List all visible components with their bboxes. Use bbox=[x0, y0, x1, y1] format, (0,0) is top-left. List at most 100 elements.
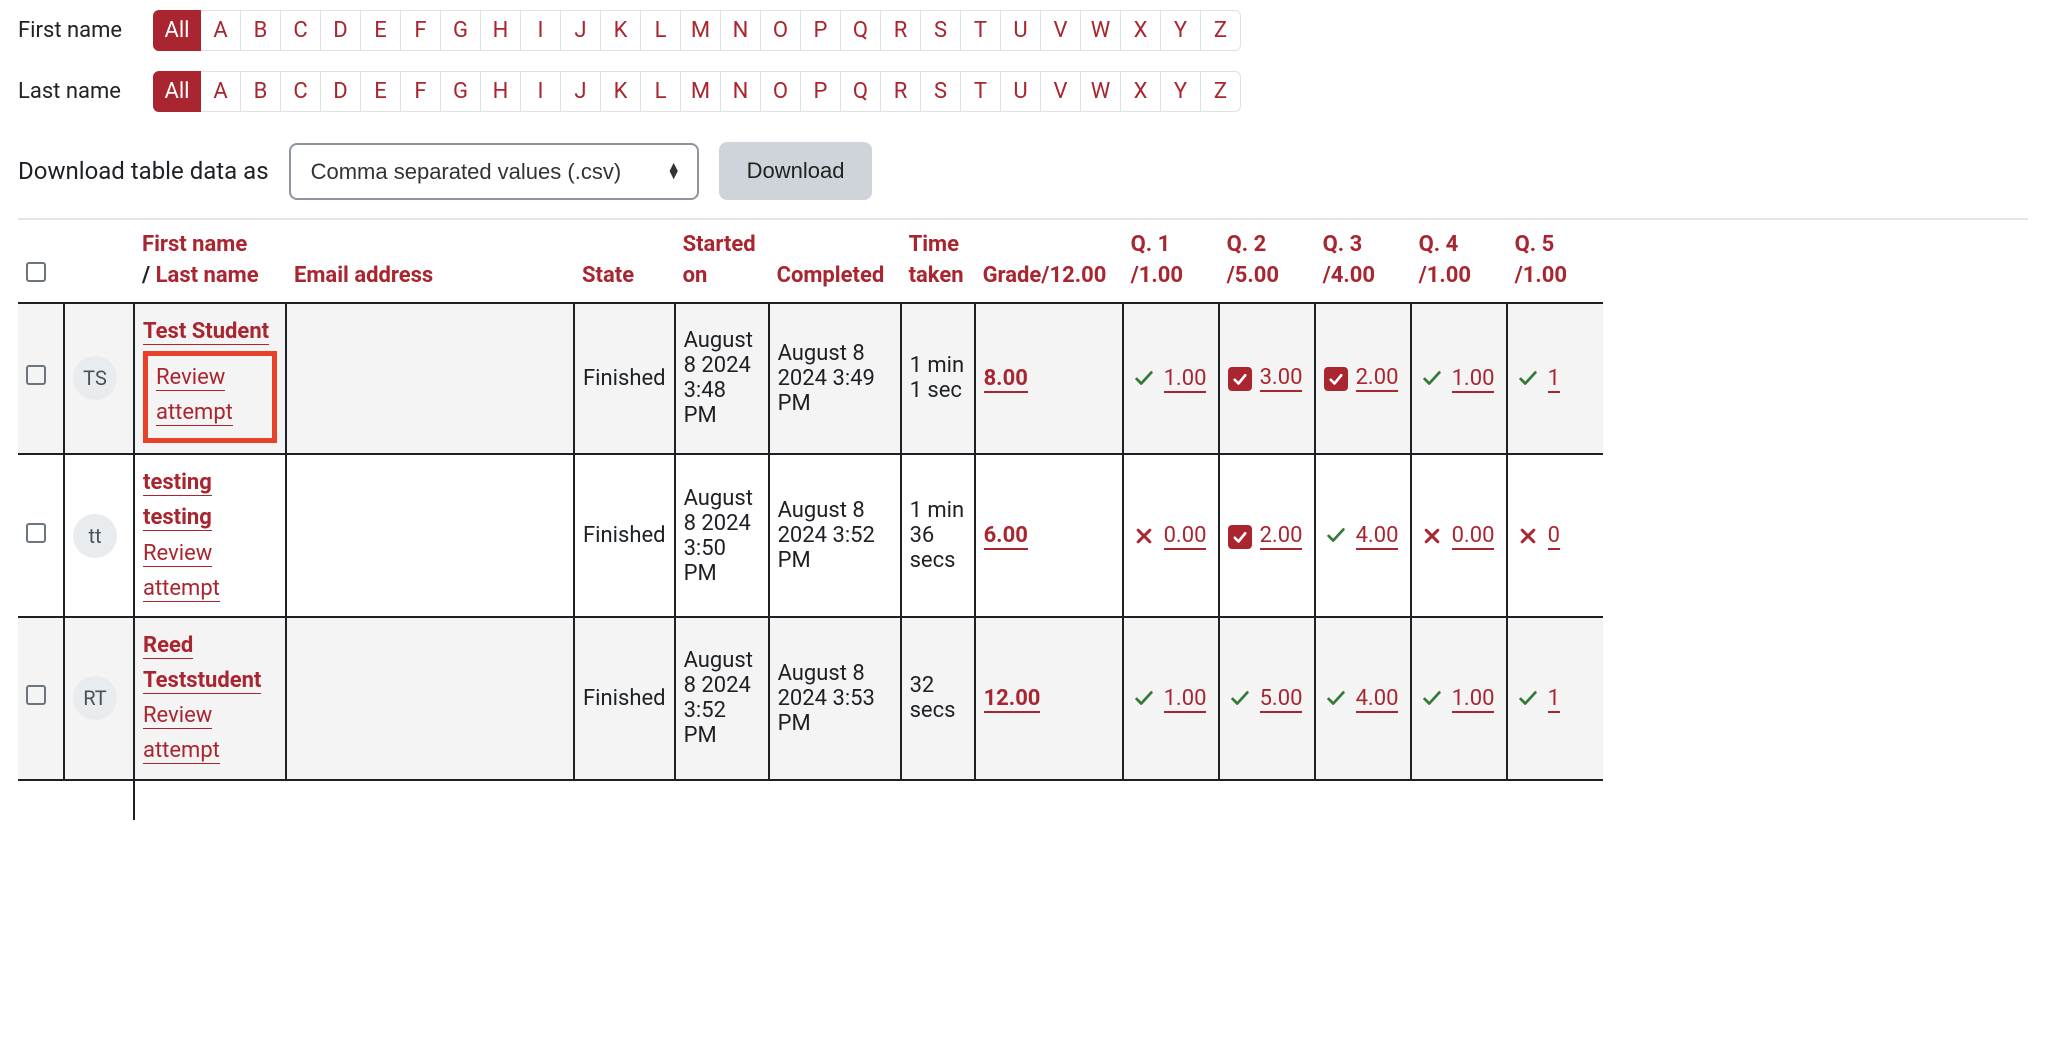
filter-letter-j[interactable]: J bbox=[561, 71, 601, 112]
first-name-label: First name bbox=[18, 18, 153, 43]
sort-completed[interactable]: Completed bbox=[777, 263, 885, 288]
filter-letter-q[interactable]: Q bbox=[841, 10, 881, 51]
sort-time-taken[interactable]: Time taken bbox=[909, 232, 964, 288]
review-attempt-link[interactable]: Review attempt bbox=[143, 541, 220, 602]
student-name-link[interactable]: Test Student bbox=[143, 319, 269, 345]
filter-letter-s[interactable]: S bbox=[921, 71, 961, 112]
filter-letter-r[interactable]: R bbox=[881, 71, 921, 112]
filter-letter-z[interactable]: Z bbox=[1201, 10, 1241, 51]
sort-state[interactable]: State bbox=[582, 263, 634, 288]
started-cell: August 8 2024 3:52 PM bbox=[675, 617, 769, 780]
filter-letter-x[interactable]: X bbox=[1121, 71, 1161, 112]
question-score-link[interactable]: 4.00 bbox=[1356, 686, 1399, 713]
sort-q5[interactable]: Q. 5 /1.00 bbox=[1515, 232, 1567, 288]
filter-letter-o[interactable]: O bbox=[761, 71, 801, 112]
grade-link[interactable]: 12.00 bbox=[984, 686, 1041, 713]
sort-q2[interactable]: Q. 2 /5.00 bbox=[1227, 232, 1279, 288]
filter-letter-m[interactable]: M bbox=[681, 10, 721, 51]
download-button[interactable]: Download bbox=[719, 142, 873, 200]
question-score-link[interactable]: 1.00 bbox=[1452, 366, 1495, 393]
question-score-link[interactable]: 1 bbox=[1548, 366, 1560, 393]
row-checkbox[interactable] bbox=[26, 685, 46, 705]
filter-letter-o[interactable]: O bbox=[761, 10, 801, 51]
filter-letter-r[interactable]: R bbox=[881, 10, 921, 51]
filter-letter-all[interactable]: All bbox=[153, 10, 201, 51]
question-score-link[interactable]: 1.00 bbox=[1452, 686, 1495, 713]
filter-letter-l[interactable]: L bbox=[641, 71, 681, 112]
filter-letter-a[interactable]: A bbox=[201, 71, 241, 112]
filter-letter-c[interactable]: C bbox=[281, 71, 321, 112]
question-score-link[interactable]: 0.00 bbox=[1452, 523, 1495, 550]
filter-letter-f[interactable]: F bbox=[401, 10, 441, 51]
select-all-checkbox[interactable] bbox=[26, 262, 46, 282]
sort-q4[interactable]: Q. 4 /1.00 bbox=[1419, 232, 1471, 288]
filter-letter-y[interactable]: Y bbox=[1161, 10, 1201, 51]
filter-letter-m[interactable]: M bbox=[681, 71, 721, 112]
review-attempt-link[interactable]: Review attempt bbox=[143, 703, 220, 764]
grade-link[interactable]: 6.00 bbox=[984, 523, 1028, 550]
filter-letter-w[interactable]: W bbox=[1081, 71, 1121, 112]
download-format-select[interactable]: Comma separated values (.csv) bbox=[289, 143, 699, 200]
filter-letter-n[interactable]: N bbox=[721, 10, 761, 51]
filter-letter-v[interactable]: V bbox=[1041, 71, 1081, 112]
question-score-link[interactable]: 4.00 bbox=[1356, 523, 1399, 550]
filter-letter-t[interactable]: T bbox=[961, 10, 1001, 51]
filter-letter-v[interactable]: V bbox=[1041, 10, 1081, 51]
filter-letter-d[interactable]: D bbox=[321, 71, 361, 112]
filter-letter-e[interactable]: E bbox=[361, 71, 401, 112]
filter-letter-l[interactable]: L bbox=[641, 10, 681, 51]
filter-letter-g[interactable]: G bbox=[441, 71, 481, 112]
student-name-link[interactable]: testing testing bbox=[143, 470, 212, 531]
row-checkbox[interactable] bbox=[26, 365, 46, 385]
filter-letter-w[interactable]: W bbox=[1081, 10, 1121, 51]
filter-letter-c[interactable]: C bbox=[281, 10, 321, 51]
sort-first-name[interactable]: First name bbox=[142, 232, 247, 257]
question-score-link[interactable]: 1 bbox=[1548, 686, 1560, 713]
filter-letter-p[interactable]: P bbox=[801, 10, 841, 51]
filter-letter-e[interactable]: E bbox=[361, 10, 401, 51]
table-row: tttesting testingReview attemptFinishedA… bbox=[18, 454, 1603, 617]
filter-letter-j[interactable]: J bbox=[561, 10, 601, 51]
filter-letter-g[interactable]: G bbox=[441, 10, 481, 51]
filter-letter-b[interactable]: B bbox=[241, 71, 281, 112]
filter-letter-a[interactable]: A bbox=[201, 10, 241, 51]
filter-letter-p[interactable]: P bbox=[801, 71, 841, 112]
filter-letter-z[interactable]: Z bbox=[1201, 71, 1241, 112]
question-score-link[interactable]: 1.00 bbox=[1164, 366, 1207, 393]
question-score-link[interactable]: 2.00 bbox=[1356, 365, 1399, 392]
sort-email[interactable]: Email address bbox=[294, 263, 433, 288]
filter-letter-k[interactable]: K bbox=[601, 10, 641, 51]
filter-letter-h[interactable]: H bbox=[481, 10, 521, 51]
sort-grade[interactable]: Grade/12.00 bbox=[983, 263, 1107, 288]
grade-link[interactable]: 8.00 bbox=[984, 366, 1028, 393]
filter-letter-x[interactable]: X bbox=[1121, 10, 1161, 51]
filter-letter-n[interactable]: N bbox=[721, 71, 761, 112]
sort-q3[interactable]: Q. 3 /4.00 bbox=[1323, 232, 1375, 288]
filter-letter-i[interactable]: I bbox=[521, 71, 561, 112]
sort-started[interactable]: Started on bbox=[683, 232, 756, 288]
sort-last-name[interactable]: Last name bbox=[156, 263, 259, 288]
question-score-link[interactable]: 0.00 bbox=[1164, 523, 1207, 550]
student-name-link[interactable]: Reed Teststudent bbox=[143, 633, 261, 694]
filter-letter-i[interactable]: I bbox=[521, 10, 561, 51]
filter-letter-q[interactable]: Q bbox=[841, 71, 881, 112]
filter-letter-k[interactable]: K bbox=[601, 71, 641, 112]
filter-letter-s[interactable]: S bbox=[921, 10, 961, 51]
filter-letter-y[interactable]: Y bbox=[1161, 71, 1201, 112]
filter-letter-b[interactable]: B bbox=[241, 10, 281, 51]
filter-letter-u[interactable]: U bbox=[1001, 71, 1041, 112]
question-score-link[interactable]: 3.00 bbox=[1260, 365, 1303, 392]
filter-letter-d[interactable]: D bbox=[321, 10, 361, 51]
question-score-link[interactable]: 0 bbox=[1548, 523, 1560, 550]
row-checkbox[interactable] bbox=[26, 523, 46, 543]
filter-letter-all[interactable]: All bbox=[153, 71, 201, 112]
sort-q1[interactable]: Q. 1 /1.00 bbox=[1131, 232, 1183, 288]
question-score-link[interactable]: 5.00 bbox=[1260, 686, 1303, 713]
filter-letter-u[interactable]: U bbox=[1001, 10, 1041, 51]
filter-letter-t[interactable]: T bbox=[961, 71, 1001, 112]
question-score-link[interactable]: 2.00 bbox=[1260, 523, 1303, 550]
filter-letter-h[interactable]: H bbox=[481, 71, 521, 112]
question-score-link[interactable]: 1.00 bbox=[1164, 686, 1207, 713]
filter-letter-f[interactable]: F bbox=[401, 71, 441, 112]
review-attempt-link[interactable]: Review attempt bbox=[156, 365, 233, 426]
